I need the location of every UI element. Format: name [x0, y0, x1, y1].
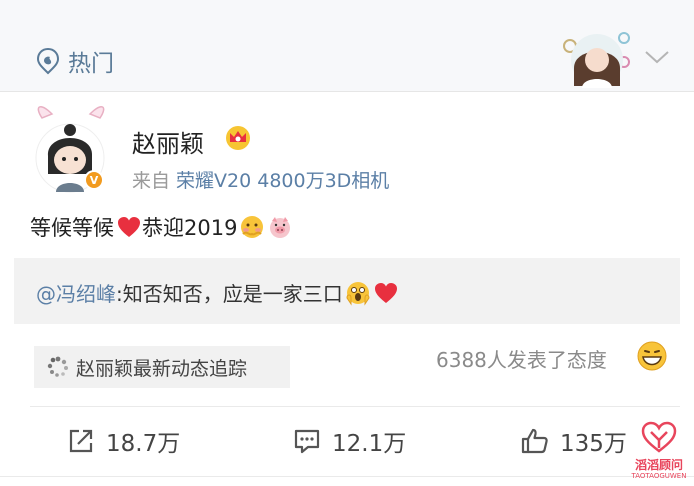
crown-icon[interactable]: [224, 124, 252, 150]
author-avatar[interactable]: V: [30, 104, 114, 196]
post-text-part1: 等候等候: [30, 216, 114, 240]
share-count: 18.7万: [106, 431, 181, 457]
comment-count: 12.1万: [332, 431, 407, 457]
surprised-emoji-icon: [346, 281, 370, 306]
watermark-en: TAOTAOGUWEN: [631, 472, 687, 480]
repost-text: :知否知否，应是一家三口: [116, 282, 343, 306]
tracker-dots-icon: [47, 356, 68, 377]
pig-emoji-icon: [270, 217, 291, 238]
blush-emoji-icon: [241, 216, 264, 238]
user-avatar[interactable]: [560, 26, 632, 88]
repost-box[interactable]: @冯绍峰 :知否知否，应是一家三口: [14, 258, 680, 324]
comment-button[interactable]: 12.1万: [292, 424, 406, 458]
hot-label: 热门: [68, 51, 114, 77]
comment-icon: [294, 429, 320, 454]
repost-content: @冯绍峰 :知否知否，应是一家三口: [36, 278, 399, 307]
watermark-emblem-icon: [641, 421, 677, 453]
heart-icon: [374, 282, 397, 303]
share-icon: [69, 429, 93, 453]
hot-tab[interactable]: 热门: [36, 44, 114, 78]
hot-topic-icon: [36, 47, 60, 75]
tracker-label: 赵丽颖最新动态追踪: [76, 357, 248, 380]
share-button[interactable]: 18.7万: [66, 424, 180, 458]
thumbs-up-icon: [521, 428, 548, 454]
author-name[interactable]: 赵丽颖: [132, 124, 204, 159]
heart-icon: [118, 217, 140, 237]
like-count: 135万: [560, 431, 627, 457]
reaction-count[interactable]: 6388人发表了态度: [436, 344, 607, 373]
source-prefix: 来自: [132, 170, 171, 192]
divider: [0, 91, 694, 92]
source-device-link[interactable]: 荣耀V20 4800万3D相机: [176, 170, 389, 192]
topic-tracker-chip[interactable]: 赵丽颖最新动态追踪: [34, 346, 290, 388]
watermark-logo: 滔滔顾问 TAOTAOGUWEN: [630, 420, 688, 482]
top-bar: 热门: [0, 0, 694, 92]
post-source: 来自 荣耀V20 4800万3D相机: [132, 166, 389, 193]
svg-text:V: V: [90, 174, 99, 187]
chevron-down-icon[interactable]: [644, 48, 670, 66]
like-button[interactable]: 135万: [520, 424, 627, 458]
post-content: 等候等候 恭迎2019: [30, 212, 293, 242]
divider: [0, 476, 694, 477]
post-text-part2: 恭迎2019: [142, 216, 238, 240]
grin-emoji-icon[interactable]: [636, 340, 668, 372]
watermark-cn: 滔滔顾问: [634, 458, 683, 472]
divider: [30, 406, 680, 407]
mention-link[interactable]: @冯绍峰: [36, 278, 116, 307]
